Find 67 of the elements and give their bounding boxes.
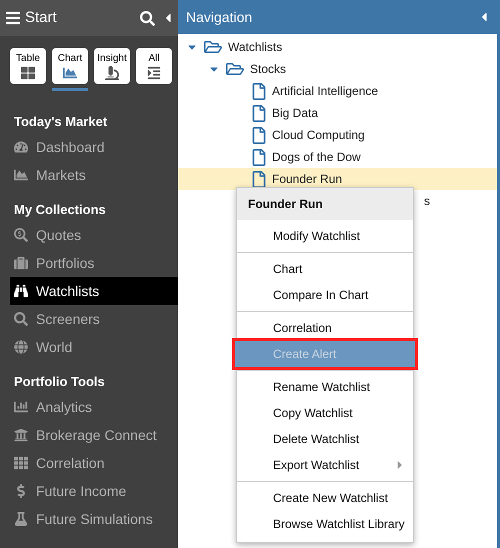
sidebar-item[interactable]: Future Income <box>10 477 178 505</box>
collapse-icon[interactable] <box>163 11 173 25</box>
sidebar-item[interactable]: Correlation <box>10 449 178 477</box>
search-icon[interactable] <box>140 10 155 26</box>
section-heading: Today's Market <box>13 113 108 131</box>
section-heading: My Collections <box>13 201 107 219</box>
menu-icon[interactable] <box>5 10 21 26</box>
tree-row[interactable]: Cloud Computing <box>178 124 497 146</box>
menu-item[interactable]: Copy Watchlist <box>237 400 413 426</box>
folder-icon <box>204 39 222 55</box>
gauge-icon <box>14 140 28 154</box>
tree-row[interactable]: Big Data <box>178 102 497 124</box>
menu-item[interactable]: Create New Watchlist <box>237 485 413 511</box>
area-chart-icon <box>14 168 28 182</box>
folder-icon <box>226 61 244 77</box>
binoculars-icon <box>14 284 28 298</box>
flask-icon <box>14 512 28 526</box>
menu-item[interactable]: Export Watchlist <box>237 452 413 478</box>
sidebar-item[interactable]: Portfolios <box>10 249 178 277</box>
menu-item[interactable]: Delete Watchlist <box>237 426 413 452</box>
bank-icon <box>14 428 28 442</box>
document-icon <box>252 104 266 122</box>
view-tile[interactable]: All <box>136 48 172 84</box>
sidebar-item[interactable]: Markets <box>10 161 178 189</box>
menu-item[interactable]: Correlation <box>237 315 413 341</box>
bar-chart-icon <box>14 400 28 414</box>
menu-title: Founder Run <box>237 188 413 220</box>
panel-title: Navigation <box>186 8 254 27</box>
sidebar-item[interactable]: Watchlists <box>10 277 178 305</box>
sidebar-item[interactable]: Analytics <box>10 393 178 421</box>
microscope-icon <box>105 66 119 80</box>
document-icon <box>252 148 266 166</box>
menu-item[interactable]: Browse Watchlist Library <box>237 511 413 537</box>
dollar-icon <box>14 484 28 498</box>
document-icon <box>252 126 266 144</box>
sidebar-title: Start <box>25 8 58 28</box>
list-icon <box>147 66 161 80</box>
view-tile[interactable]: Insight <box>94 48 130 84</box>
grid-icon <box>14 456 28 470</box>
sidebar-item[interactable]: Future Simulations <box>10 505 178 533</box>
selected-underline <box>52 88 88 91</box>
collapse-icon[interactable] <box>479 10 489 24</box>
view-tile[interactable]: Table <box>10 48 46 84</box>
sidebar-item[interactable]: World <box>10 333 178 361</box>
search-icon <box>14 312 28 326</box>
tree-row[interactable]: Stocks <box>178 58 497 80</box>
menu-item[interactable]: Chart <box>237 256 413 282</box>
table-icon <box>21 66 35 80</box>
menu-item[interactable]: Rename Watchlist <box>237 374 413 400</box>
globe-icon <box>14 340 28 354</box>
tree-row[interactable]: Watchlists <box>178 36 497 58</box>
search-dollar-icon <box>14 228 28 242</box>
sidebar-item[interactable]: Dashboard <box>10 133 178 161</box>
tree-row[interactable]: Artificial Intelligence <box>178 80 497 102</box>
sidebar-item[interactable]: Brokerage Connect <box>10 421 178 449</box>
tree-row[interactable]: Founder Run <box>178 168 497 190</box>
area-chart-icon <box>63 66 77 80</box>
menu-item[interactable]: Compare In Chart <box>237 282 413 308</box>
section-heading: Portfolio Tools <box>13 373 106 391</box>
tree-row[interactable]: Dogs of the Dow <box>178 146 497 168</box>
sidebar-item[interactable]: Quotes <box>10 221 178 249</box>
briefcase-icon <box>14 256 28 270</box>
document-icon <box>252 170 266 188</box>
view-tile[interactable]: Chart <box>52 48 88 84</box>
menu-item[interactable]: Modify Watchlist <box>237 223 413 249</box>
document-icon <box>252 82 266 100</box>
sidebar-item[interactable]: Screeners <box>10 305 178 333</box>
